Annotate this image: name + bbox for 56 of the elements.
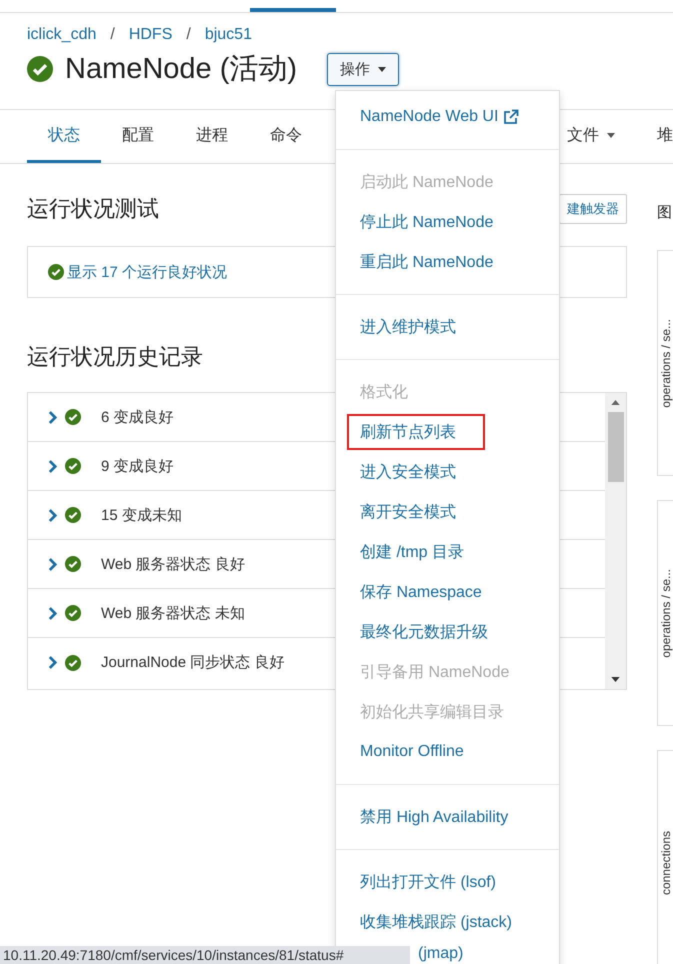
history-entry: 6 变成良好 [101, 408, 174, 426]
scroll-up-icon[interactable] [611, 400, 620, 405]
history-entry: 15 变成未知 [101, 506, 182, 524]
menu-item: 初始化共享编辑目录 [359, 702, 505, 722]
menu-item: 格式化 [359, 382, 409, 402]
breadcrumb-separator: / [110, 25, 115, 45]
external-link-icon [503, 109, 520, 125]
tab[interactable]: 堆 [636, 110, 673, 163]
menu-item: 启动此 NameNode [359, 172, 494, 192]
breadcrumb-separator: / [186, 25, 191, 45]
tab[interactable]: 状态 [27, 110, 101, 163]
actions-button[interactable]: 操作 [327, 52, 400, 86]
history-entry: JournalNode 同步状态 良好 [101, 653, 284, 672]
breadcrumb-link[interactable]: iclick_cdh [27, 24, 96, 46]
tab[interactable]: 配置 [101, 110, 175, 163]
breadcrumb-link[interactable]: bjuc51 [204, 24, 252, 46]
section-heading: 运行状况测试 [27, 195, 159, 223]
chart-label: operations / se... [660, 318, 673, 408]
chevron-icon[interactable] [48, 556, 57, 572]
menu-item[interactable]: 列出打开文件 (lsof) [336, 862, 559, 902]
menu-item[interactable]: (jmap) [418, 942, 464, 964]
chevron-icon[interactable] [48, 655, 57, 670]
menu-item[interactable]: 重启此 NameNode [336, 242, 559, 282]
page-title: NameNode (活动) [65, 52, 298, 86]
create-trigger-button[interactable]: 建触发器 [559, 194, 627, 224]
menu-item[interactable]: 禁用 High Availability [336, 797, 559, 837]
menu-item[interactable]: 收集堆栈跟踪 (jstack) [336, 902, 559, 942]
menu-item[interactable]: 进入维护模式 [336, 307, 559, 347]
menu-item[interactable]: 进入安全模式 [336, 452, 559, 492]
menu-item[interactable]: 刷新节点列表 [347, 414, 485, 450]
history-entry: Web 服务器状态 未知 [101, 604, 245, 622]
chevron-icon[interactable] [48, 410, 57, 424]
section-heading: 图 [657, 203, 673, 223]
scrollbar[interactable] [605, 393, 626, 689]
menu-item[interactable]: 离开安全模式 [336, 492, 559, 532]
breadcrumb-link[interactable]: HDFS [128, 24, 172, 46]
chevron-icon[interactable] [48, 606, 57, 620]
health-summary-link[interactable]: 显示 17 个运行良好状况 [67, 262, 228, 282]
scrollbar-thumb[interactable] [608, 412, 624, 482]
chart-label: connections [660, 830, 673, 896]
tab[interactable]: 进程 [175, 110, 249, 163]
scroll-down-icon[interactable] [611, 677, 620, 682]
menu-item: 引导备用 NameNode [359, 662, 510, 682]
menu-item[interactable]: 保存 Namespace [336, 572, 559, 612]
menu-item[interactable]: 停止此 NameNode [336, 202, 559, 242]
chevron-icon[interactable] [48, 508, 57, 522]
history-entry: Web 服务器状态 良好 [101, 554, 245, 574]
section-heading: 运行状况历史记录 [27, 343, 204, 371]
tab[interactable]: 命令 [249, 110, 323, 163]
status-bar: 10.11.20.49:7180/cmf/services/10/instances/81/status# [0, 946, 410, 964]
chevron-icon[interactable] [48, 458, 57, 474]
menu-item[interactable]: Monitor Offline [336, 732, 559, 772]
chart-label: operations / se... [660, 568, 673, 658]
history-entry: 9 变成良好 [101, 456, 174, 476]
menu-item[interactable]: 创建 /tmp 目录 [336, 532, 559, 572]
menu-item[interactable]: 最终化元数据升级 [336, 612, 559, 652]
